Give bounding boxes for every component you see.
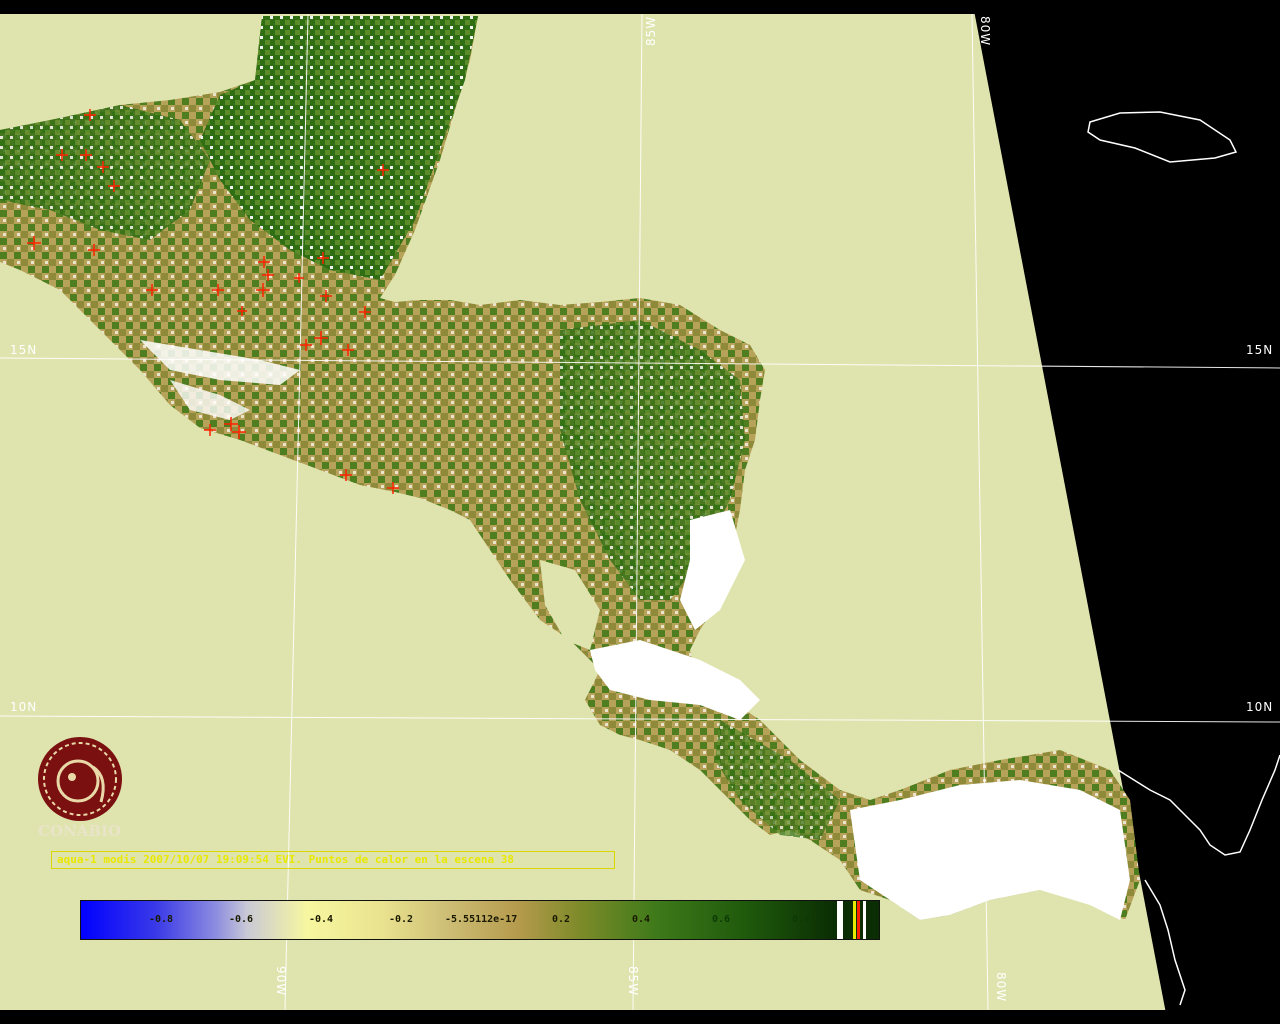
lat-label-right-15: 15N [1246,343,1274,357]
conabio-logo-icon [38,737,122,821]
scene-caption: aqua-1 modis 2007/10/07 19:09:54 EVI. Pu… [57,853,514,866]
colorbar-tick-label: -0.6 [229,914,254,925]
colorbar-red-stripe [857,901,860,939]
lon-label-bottom-85: 85W [626,966,640,997]
lat-label-left-10: 10N [10,700,38,714]
frame-bottom [0,1010,1280,1024]
evi-colorbar: -0.8 -0.6 -0.4 -0.2 -5.55112e-17 0.2 0.4 0.6 0.8 [80,900,880,940]
colorbar-tick-label: 0.4 [632,914,651,925]
colorbar-tick-label: -5.55112e-17 [445,914,518,925]
colorbar-white-stripe [837,901,843,939]
colorbar-yellow-stripe [853,901,856,939]
top-left-void [0,0,275,14]
logo-text: CONABIO [38,822,122,840]
colorbar-tick-label: 0.6 [712,914,731,925]
colorbar-tick-label: 0.2 [552,914,571,925]
lon-label-bottom-80: 80W [994,972,1008,1003]
colorbar-white-stripe-2 [863,901,866,939]
lon-label-top-80: 80W [978,16,992,47]
lon-label-bottom-90: 90W [274,966,288,997]
satellite-evi-map [0,0,1280,1024]
lat-label-right-10: 10N [1246,700,1274,714]
colorbar-tick-label: -0.2 [389,914,414,925]
colorbar-tick-label: -0.8 [149,914,174,925]
lon-label-top-85: 85W [644,15,658,46]
colorbar-tick-label: 0.8 [792,914,811,925]
lat-label-left-15: 15N [10,343,38,357]
colorbar-tick-label: -0.4 [309,914,334,925]
